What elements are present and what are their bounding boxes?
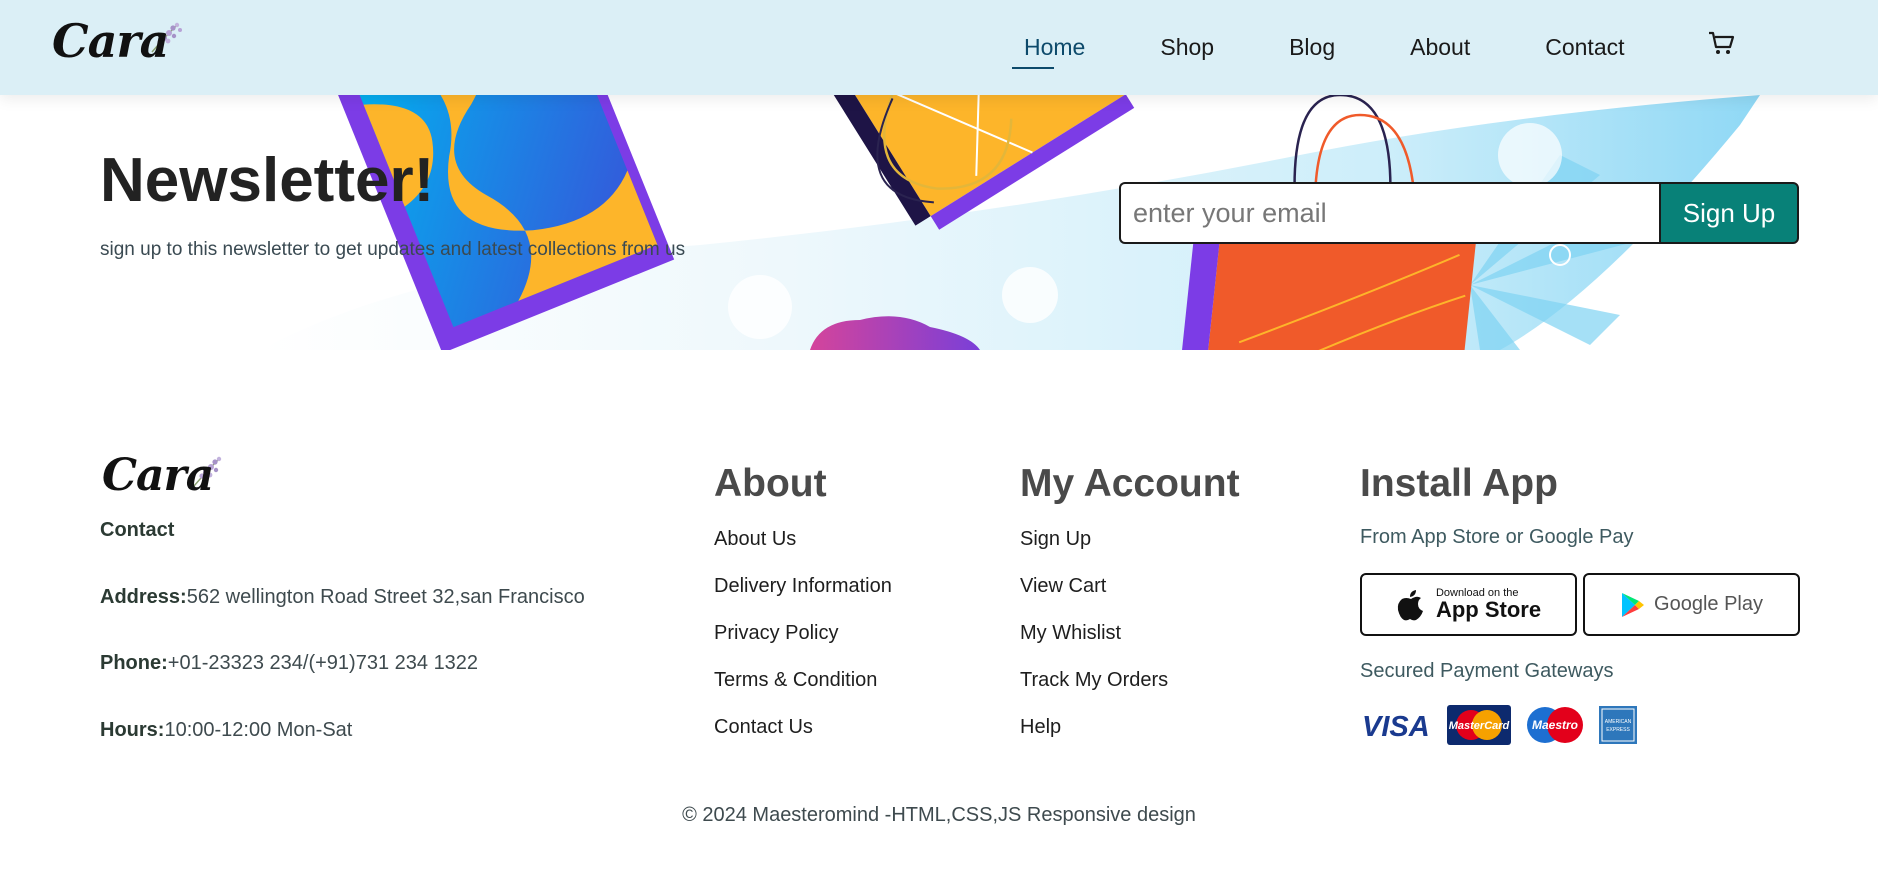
svg-text:Maestro: Maestro bbox=[1532, 718, 1578, 732]
app-store-buttons: Download on the App Store Google Play bbox=[1360, 573, 1806, 636]
link-about-us[interactable]: About Us bbox=[714, 528, 892, 551]
app-store-label: App Store bbox=[1435, 597, 1542, 622]
google-play-icon bbox=[1622, 592, 1645, 617]
google-play-button[interactable]: Google Play bbox=[1583, 573, 1800, 636]
contact-heading: Contact bbox=[100, 519, 175, 541]
apple-icon bbox=[1397, 589, 1423, 620]
logo-text: Cara bbox=[52, 14, 169, 68]
american-express-icon: AMERICAN EXPRESS bbox=[1599, 706, 1637, 744]
link-sign-up[interactable]: Sign Up bbox=[1020, 528, 1240, 551]
link-privacy-policy[interactable]: Privacy Policy bbox=[714, 622, 892, 645]
nav-item-about[interactable]: About bbox=[1410, 34, 1470, 61]
svg-text:AMERICAN: AMERICAN bbox=[1605, 719, 1632, 725]
cart-icon[interactable] bbox=[1706, 28, 1736, 58]
contact-address: Address:562 wellington Road Street 32,sa… bbox=[100, 586, 585, 609]
footer-install-column: Install App From App Store or Google Pay… bbox=[1360, 462, 1806, 745]
visa-icon: VISA bbox=[1362, 711, 1430, 743]
nav-item-shop[interactable]: Shop bbox=[1160, 34, 1214, 61]
copyright-text: © 2024 Maesteromind -HTML,CSS,JS Respons… bbox=[682, 804, 1196, 826]
hours-label: Hours: bbox=[100, 719, 165, 741]
site-header: Cara Home Shop Blog About Contact bbox=[0, 0, 1878, 95]
newsletter-subtitle: sign up to this newsletter to get update… bbox=[100, 239, 686, 260]
email-input[interactable] bbox=[1119, 182, 1659, 244]
link-terms-condition[interactable]: Terms & Condition bbox=[714, 669, 892, 692]
account-title: My Account bbox=[1020, 462, 1240, 505]
svg-text:MasterCard: MasterCard bbox=[1449, 720, 1510, 732]
hours-value: 10:00-12:00 Mon-Sat bbox=[164, 719, 353, 741]
footer-about-column: About About Us Delivery Information Priv… bbox=[714, 462, 892, 763]
link-contact-us[interactable]: Contact Us bbox=[714, 716, 892, 739]
mastercard-icon: MasterCard bbox=[1447, 705, 1511, 745]
contact-phone: Phone:+01-23323 234/(+91)731 234 1322 bbox=[100, 652, 478, 675]
link-delivery-information[interactable]: Delivery Information bbox=[714, 575, 892, 598]
link-view-cart[interactable]: View Cart bbox=[1020, 575, 1240, 598]
link-track-orders[interactable]: Track My Orders bbox=[1020, 669, 1240, 692]
payment-logos: VISA MasterCard Maestro AMERICAN EXPRESS bbox=[1360, 705, 1806, 745]
secured-payments-text: Secured Payment Gateways bbox=[1360, 660, 1614, 682]
phone-label: Phone: bbox=[100, 652, 168, 674]
install-title: Install App bbox=[1360, 462, 1558, 505]
newsletter-form: Sign Up bbox=[1119, 182, 1799, 244]
link-help[interactable]: Help bbox=[1020, 716, 1240, 739]
sign-up-button[interactable]: Sign Up bbox=[1659, 182, 1799, 244]
nav-item-home[interactable]: Home bbox=[1011, 34, 1085, 69]
svg-text:EXPRESS: EXPRESS bbox=[1606, 727, 1630, 733]
main-nav: Home Shop Blog About Contact bbox=[1011, 0, 1700, 95]
about-title: About bbox=[714, 462, 827, 505]
google-play-label: Google Play bbox=[1654, 593, 1763, 615]
logo-text: Cara bbox=[102, 450, 214, 501]
nav-item-contact[interactable]: Contact bbox=[1545, 34, 1624, 61]
newsletter-banner: Newsletter! sign up to this newsletter t… bbox=[0, 95, 1878, 350]
address-value: 562 wellington Road Street 32,san Franci… bbox=[186, 586, 585, 608]
site-logo[interactable]: Cara bbox=[52, 14, 182, 68]
address-label: Address: bbox=[100, 586, 187, 608]
footer-account-column: My Account Sign Up View Cart My Whislist… bbox=[1020, 462, 1240, 763]
app-store-button[interactable]: Download on the App Store bbox=[1360, 573, 1577, 636]
footer-logo[interactable]: Cara bbox=[102, 450, 222, 501]
maestro-icon: Maestro bbox=[1527, 707, 1583, 743]
contact-hours: Hours:10:00-12:00 Mon-Sat bbox=[100, 719, 352, 742]
link-my-whislist[interactable]: My Whislist bbox=[1020, 622, 1240, 645]
phone-value: +01-23323 234/(+91)731 234 1322 bbox=[167, 652, 479, 674]
svg-text:VISA: VISA bbox=[1362, 711, 1430, 743]
install-subtitle: From App Store or Google Pay bbox=[1360, 526, 1634, 548]
newsletter-title: Newsletter! bbox=[100, 146, 435, 215]
nav-item-blog[interactable]: Blog bbox=[1289, 34, 1335, 61]
